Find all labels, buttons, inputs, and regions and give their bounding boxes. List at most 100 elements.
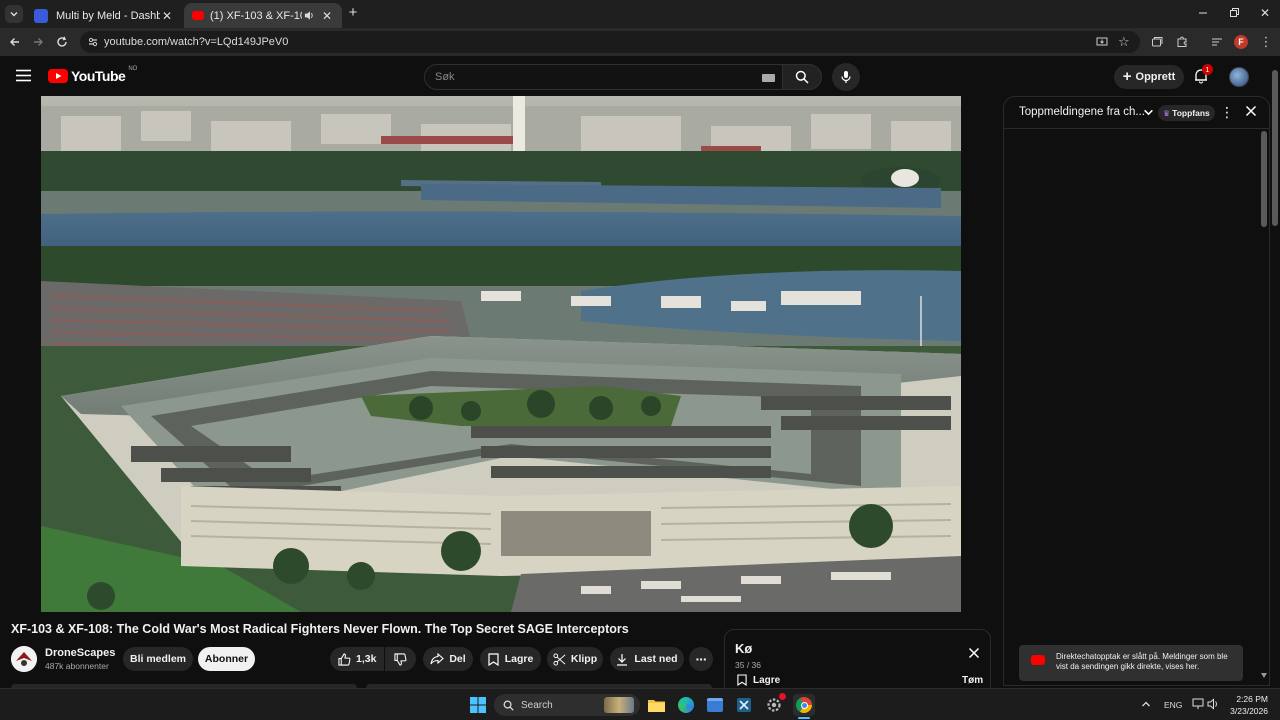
- youtube-logo-text: YouTube: [71, 68, 126, 84]
- dislike-button[interactable]: [385, 647, 416, 671]
- clock-date[interactable]: 3/23/2026: [1226, 706, 1268, 716]
- thumbs-down-icon: [394, 652, 407, 666]
- chrome-browser-icon[interactable]: [793, 694, 815, 716]
- thumbs-up-icon: [338, 652, 351, 666]
- share-arrow-icon: [430, 653, 445, 665]
- close-icon: [1245, 105, 1257, 117]
- tab-search-button[interactable]: [5, 5, 23, 23]
- scissors-icon: [553, 652, 566, 666]
- youtube-play-logo-icon: [48, 69, 68, 83]
- chevron-down-icon: [1144, 109, 1153, 116]
- top-fans-badge[interactable]: ♛ Toppfans: [1158, 105, 1215, 121]
- start-button[interactable]: [468, 695, 488, 715]
- chevron-down-icon: [10, 12, 18, 17]
- hamburger-menu-icon: [16, 69, 31, 82]
- close-tab-icon[interactable]: ✕: [320, 9, 334, 23]
- install-app-icon[interactable]: [1096, 36, 1108, 48]
- video-player[interactable]: [41, 96, 961, 612]
- chat-title[interactable]: Toppmeldingene fra ch...: [1019, 106, 1145, 118]
- join-label: Bli medlem: [129, 653, 187, 665]
- settings-gear-icon[interactable]: [764, 693, 786, 715]
- arrow-right-icon: [34, 38, 43, 46]
- region-code: NO: [128, 66, 138, 72]
- account-avatar[interactable]: [1229, 67, 1249, 87]
- reload-button[interactable]: [53, 33, 71, 51]
- queue-clear-button[interactable]: Tøm: [962, 675, 983, 686]
- volume-icon[interactable]: [1207, 698, 1220, 710]
- create-button[interactable]: + Opprett: [1114, 65, 1184, 89]
- extensions-puzzle-icon[interactable]: [1173, 33, 1191, 51]
- chat-more-options-button[interactable]: ⋮: [1220, 104, 1234, 121]
- like-button[interactable]: 1,3k: [330, 647, 384, 671]
- profile-avatar[interactable]: F: [1234, 35, 1248, 49]
- channel-avatar[interactable]: [11, 646, 37, 672]
- more-actions-button[interactable]: ···: [689, 647, 713, 671]
- search-highlight-image: [604, 697, 634, 713]
- queue-panel: Kø 35 / 36 Lagre Tøm: [724, 629, 991, 691]
- bookmark-icon: [488, 652, 499, 666]
- share-button[interactable]: Del: [423, 647, 473, 671]
- channel-logo-icon: [11, 646, 37, 672]
- browser-menu-icon[interactable]: ⋮: [1257, 33, 1275, 51]
- notification-badge: 1: [1202, 64, 1213, 75]
- download-icon: [617, 653, 628, 666]
- queue-save-button[interactable]: Lagre: [737, 674, 780, 686]
- youtube-play-icon: [1031, 655, 1045, 665]
- browser-toolbar: youtube.com/watch?v=LQd149JPeV0 ☆ F ⋮: [0, 28, 1280, 56]
- speaker-icon[interactable]: [302, 9, 316, 23]
- back-button[interactable]: [6, 33, 24, 51]
- join-button[interactable]: Bli medlem: [123, 647, 193, 671]
- notifications-button[interactable]: 1: [1193, 64, 1213, 86]
- windows-logo-icon: [470, 697, 486, 713]
- minimize-icon: [1199, 12, 1207, 14]
- restore-button[interactable]: [1227, 6, 1241, 20]
- file-explorer-icon[interactable]: [646, 695, 666, 715]
- clip-button[interactable]: Klipp: [547, 647, 603, 671]
- page-scrollbar[interactable]: [1272, 70, 1278, 226]
- reload-icon: [57, 36, 67, 47]
- network-icon[interactable]: [1192, 698, 1204, 710]
- close-tab-icon[interactable]: ✕: [160, 9, 174, 23]
- close-queue-button[interactable]: [968, 647, 980, 659]
- channel-name[interactable]: DroneScapes: [45, 647, 115, 659]
- terminal-app-icon[interactable]: [705, 695, 725, 715]
- tab-youtube-video[interactable]: (1) XF-103 & XF-108: The C ✕: [184, 3, 342, 28]
- youtube-logo[interactable]: YouTube NO: [48, 66, 138, 84]
- chat-header: Toppmeldingene fra ch... ♛ Toppfans ⋮: [1004, 97, 1269, 129]
- input-language[interactable]: ENG: [1164, 700, 1182, 710]
- forward-button[interactable]: [29, 33, 47, 51]
- scroll-down-arrow-icon[interactable]: [1261, 673, 1267, 679]
- video-title: XF-103 & XF-108: The Cold War's Most Rad…: [11, 622, 629, 636]
- new-tab-button[interactable]: +: [346, 5, 360, 20]
- taskbar-search-box[interactable]: Search: [494, 694, 640, 716]
- tab-meld-dashboard[interactable]: Multi by Meld - Dashboard. ✕: [26, 3, 182, 28]
- edge-browser-icon[interactable]: [676, 695, 696, 715]
- search-icon: [795, 70, 809, 84]
- guide-menu-button[interactable]: [16, 69, 31, 82]
- save-button[interactable]: Lagre: [480, 647, 541, 671]
- download-button[interactable]: Last ned: [610, 647, 684, 671]
- chat-scrollbar[interactable]: [1261, 131, 1267, 227]
- chevron-up-icon[interactable]: [1141, 700, 1151, 708]
- youtube-header: YouTube NO Søk + Opprett 1: [0, 56, 1280, 96]
- close-window-button[interactable]: ✕: [1258, 6, 1272, 20]
- queue-save-label: Lagre: [753, 674, 781, 686]
- address-bar[interactable]: youtube.com/watch?v=LQd149JPeV0 ☆: [80, 31, 1140, 53]
- close-icon: [968, 647, 980, 659]
- clock-time[interactable]: 2:26 PM: [1236, 694, 1268, 704]
- search-input[interactable]: Søk: [424, 64, 784, 90]
- keyboard-icon[interactable]: [762, 74, 775, 82]
- tab-groups-icon[interactable]: [1148, 33, 1166, 51]
- active-app-indicator: [798, 717, 810, 719]
- site-info-icon[interactable]: [87, 36, 99, 48]
- reading-list-icon[interactable]: [1208, 33, 1226, 51]
- snipping-tool-icon[interactable]: [734, 695, 754, 715]
- search-button[interactable]: [782, 64, 822, 90]
- bookmark-star-icon[interactable]: ☆: [1118, 35, 1130, 48]
- subscribe-button[interactable]: Abonner: [198, 647, 255, 671]
- close-chat-button[interactable]: [1245, 105, 1257, 117]
- bookmark-icon: [737, 674, 747, 686]
- chat-mode-dropdown[interactable]: [1143, 107, 1154, 118]
- minimize-button[interactable]: [1196, 6, 1210, 20]
- voice-search-button[interactable]: [832, 63, 860, 91]
